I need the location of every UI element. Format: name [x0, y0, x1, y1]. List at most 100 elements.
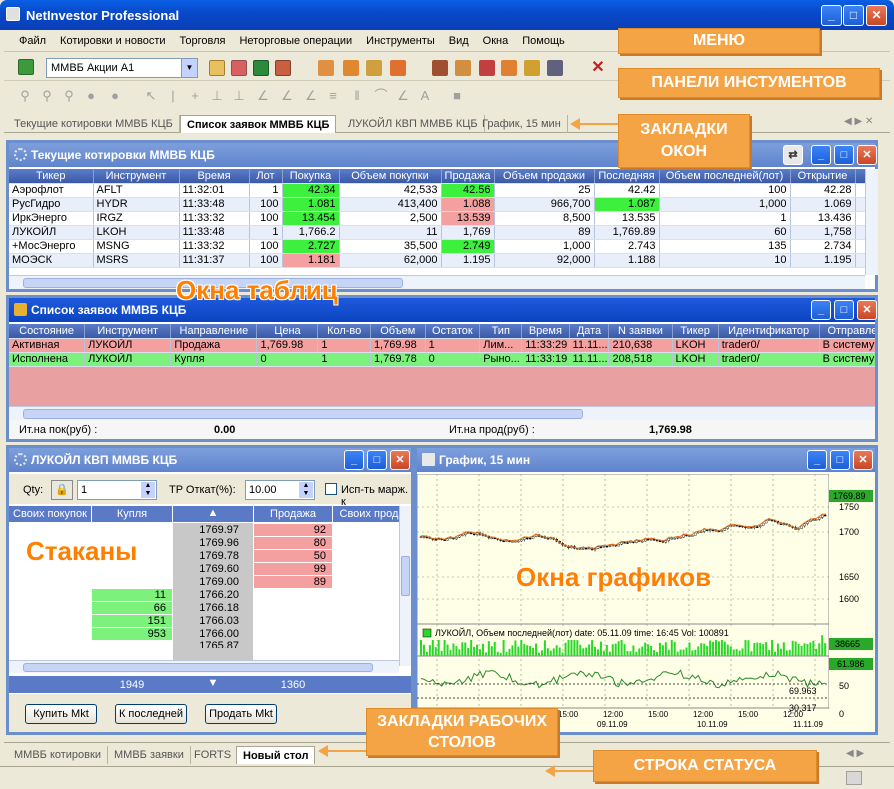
minimize-icon[interactable]: _: [821, 5, 842, 26]
gann-icon[interactable]: ∠: [396, 89, 410, 103]
menu-nontrade[interactable]: Неторговые операции: [232, 31, 359, 47]
ask-qty[interactable]: 80: [254, 537, 332, 550]
quotes-col-header[interactable]: Открытие: [790, 169, 856, 184]
cycles-icon[interactable]: ‖: [350, 89, 364, 103]
positions-icon[interactable]: [501, 60, 517, 76]
vline-icon[interactable]: |: [166, 89, 180, 103]
quotes-row[interactable]: МОЭСК MSRS 11:31:37 100 1.181 62,000 1.195 92,0…: [9, 253, 865, 268]
menu-trade[interactable]: Торговля: [173, 31, 233, 47]
bid-price[interactable]: 1766.03: [173, 615, 253, 628]
quotes-col-header[interactable]: Объем последней(лот): [659, 169, 791, 184]
bid-price[interactable]: 1766.20: [173, 589, 253, 602]
quotes-hscroll[interactable]: [9, 275, 865, 289]
link-icon[interactable]: ⇄: [783, 145, 803, 165]
trend-icon[interactable]: ∠: [256, 89, 270, 103]
tp-spinner-icon[interactable]: ▲ ▼: [299, 482, 313, 498]
quotes-close-icon[interactable]: ✕: [857, 145, 877, 165]
menu-view[interactable]: Вид: [442, 31, 476, 47]
quotes-row[interactable]: +МосЭнерго MSNG 11:33:32 100 2.727 35,500 2.74…: [9, 239, 865, 254]
orders-col-header[interactable]: Тип: [479, 324, 523, 339]
chart-icon[interactable]: [231, 60, 247, 76]
ask-price[interactable]: 1769.00: [173, 576, 253, 589]
print-icon[interactable]: [275, 60, 291, 76]
orderbook-close-icon[interactable]: ✕: [390, 450, 410, 470]
orders-col-header[interactable]: Время: [521, 324, 570, 339]
orders-row[interactable]: Исполнена ЛУКОЙЛ Купля 0 1 1,769.78 0 Рыно... 11…: [9, 352, 875, 367]
bid-qty[interactable]: 953: [92, 628, 172, 641]
limits-icon[interactable]: [455, 60, 471, 76]
zoom-out-icon[interactable]: ⚲: [40, 89, 54, 103]
orders-col-header[interactable]: Остаток: [425, 324, 481, 339]
chevron-down-icon[interactable]: ▼: [181, 59, 197, 77]
deals-icon[interactable]: [479, 60, 495, 76]
quotes-col-header[interactable]: Время: [179, 169, 250, 184]
portfolio-icon[interactable]: [432, 60, 448, 76]
orders-hscroll-thumb[interactable]: [23, 409, 583, 419]
tp-input[interactable]: 10.00 ▲ ▼: [245, 480, 315, 500]
chart-minimize-icon[interactable]: _: [807, 450, 827, 470]
menu-help[interactable]: Помощь: [515, 31, 572, 47]
qty-spinner-icon[interactable]: ▲ ▼: [141, 482, 155, 498]
table-icon[interactable]: [209, 60, 225, 76]
properties-icon[interactable]: ■: [450, 89, 464, 103]
orders-hscroll[interactable]: [9, 406, 875, 420]
ask-price[interactable]: 1769.60: [173, 563, 253, 576]
bid-qty[interactable]: 11: [92, 589, 172, 602]
ask-qty[interactable]: 92: [254, 524, 332, 537]
record-icon[interactable]: ●: [108, 89, 122, 103]
ask-price[interactable]: 1769.96: [173, 537, 253, 550]
orders-col-header[interactable]: N заявки: [608, 324, 673, 339]
quotes-col-header[interactable]: Продажа: [441, 169, 495, 184]
orders-col-header[interactable]: Направление: [170, 324, 258, 339]
maximize-icon[interactable]: □: [843, 5, 864, 26]
menu-tools[interactable]: Инструменты: [359, 31, 442, 47]
sell-market-button[interactable]: Продать Mkt: [205, 704, 277, 724]
orders-minimize-icon[interactable]: _: [811, 300, 831, 320]
quotes-row[interactable]: ЛУКОЙЛ LKOH 11:33:48 1 1,766.2 11 1,769 89 1,769…: [9, 225, 865, 240]
ask-price[interactable]: 1769.78: [173, 550, 253, 563]
orders-col-header[interactable]: Дата: [569, 324, 610, 339]
orderbook-hscroll-thumb[interactable]: [23, 663, 373, 672]
ask-qty[interactable]: 99: [254, 563, 332, 576]
orderbook-hscroll[interactable]: [9, 660, 399, 673]
orderbook-maximize-icon[interactable]: □: [367, 450, 387, 470]
orders-row[interactable]: Активная ЛУКОЙЛ Продажа 1,769.98 1 1,769.98 1 Л…: [9, 338, 875, 353]
quotes-maximize-icon[interactable]: □: [834, 145, 854, 165]
orders-col-header[interactable]: Инструмент: [84, 324, 172, 339]
orderbook-vscroll-thumb[interactable]: [401, 556, 410, 596]
market-select[interactable]: ММВБ Акции А1 ▼: [46, 58, 198, 78]
monitor-icon[interactable]: [18, 59, 34, 75]
orders-close-icon[interactable]: ✕: [857, 300, 877, 320]
bid-qty[interactable]: 66: [92, 602, 172, 615]
quotes-row[interactable]: ИркЭнерго IRGZ 11:33:32 100 13.454 2,500 13.53…: [9, 211, 865, 226]
ask-qty[interactable]: 50: [254, 550, 332, 563]
orders-col-header[interactable]: Кол-во: [317, 324, 371, 339]
orders-col-header[interactable]: Состояние: [9, 324, 86, 339]
orders-list-icon[interactable]: [343, 60, 359, 76]
order-icon[interactable]: [318, 60, 334, 76]
cancel-icon[interactable]: ✕: [590, 60, 606, 76]
tab-quotes[interactable]: Текущие котировки ММВБ КЦБ: [8, 115, 180, 133]
close-icon[interactable]: ✕: [866, 5, 887, 26]
chart-canvas[interactable]: 1750 1700 1650 1600 1769.89 38665 ЛУКОЙЛ…: [417, 474, 875, 732]
quotes-col-header[interactable]: Лот: [249, 169, 283, 184]
level-icon[interactable]: ⊥: [232, 89, 246, 103]
chart-close-icon[interactable]: ✕: [853, 450, 873, 470]
menu-quotes[interactable]: Котировки и новости: [53, 31, 172, 47]
sort-down-icon[interactable]: ▼: [173, 677, 253, 689]
crosshair-icon[interactable]: +: [188, 89, 202, 103]
tab-orders[interactable]: Список заявок ММВБ КЦБ: [180, 115, 337, 133]
tab-chart[interactable]: График, 15 мин: [476, 115, 568, 133]
quotes-col-header[interactable]: Объем покупки: [339, 169, 442, 184]
desk-tab-forts[interactable]: FORTS: [188, 746, 239, 764]
zoom-in-icon[interactable]: ⚲: [18, 89, 32, 103]
quotes-row[interactable]: Аэрофлот AFLT 11:32:01 1 42.34 42,533 42.56 25 4…: [9, 183, 865, 198]
orderbook-minimize-icon[interactable]: _: [344, 450, 364, 470]
desk-tab-scroll-icon[interactable]: ◀ ▶: [846, 748, 864, 759]
text-tool-icon[interactable]: A: [418, 89, 432, 103]
margin-checkbox[interactable]: [325, 483, 337, 495]
bid-qty[interactable]: 151: [92, 615, 172, 628]
menu-file[interactable]: Файл: [12, 31, 53, 47]
hline-icon[interactable]: ⊥: [210, 89, 224, 103]
database-icon[interactable]: [547, 60, 563, 76]
